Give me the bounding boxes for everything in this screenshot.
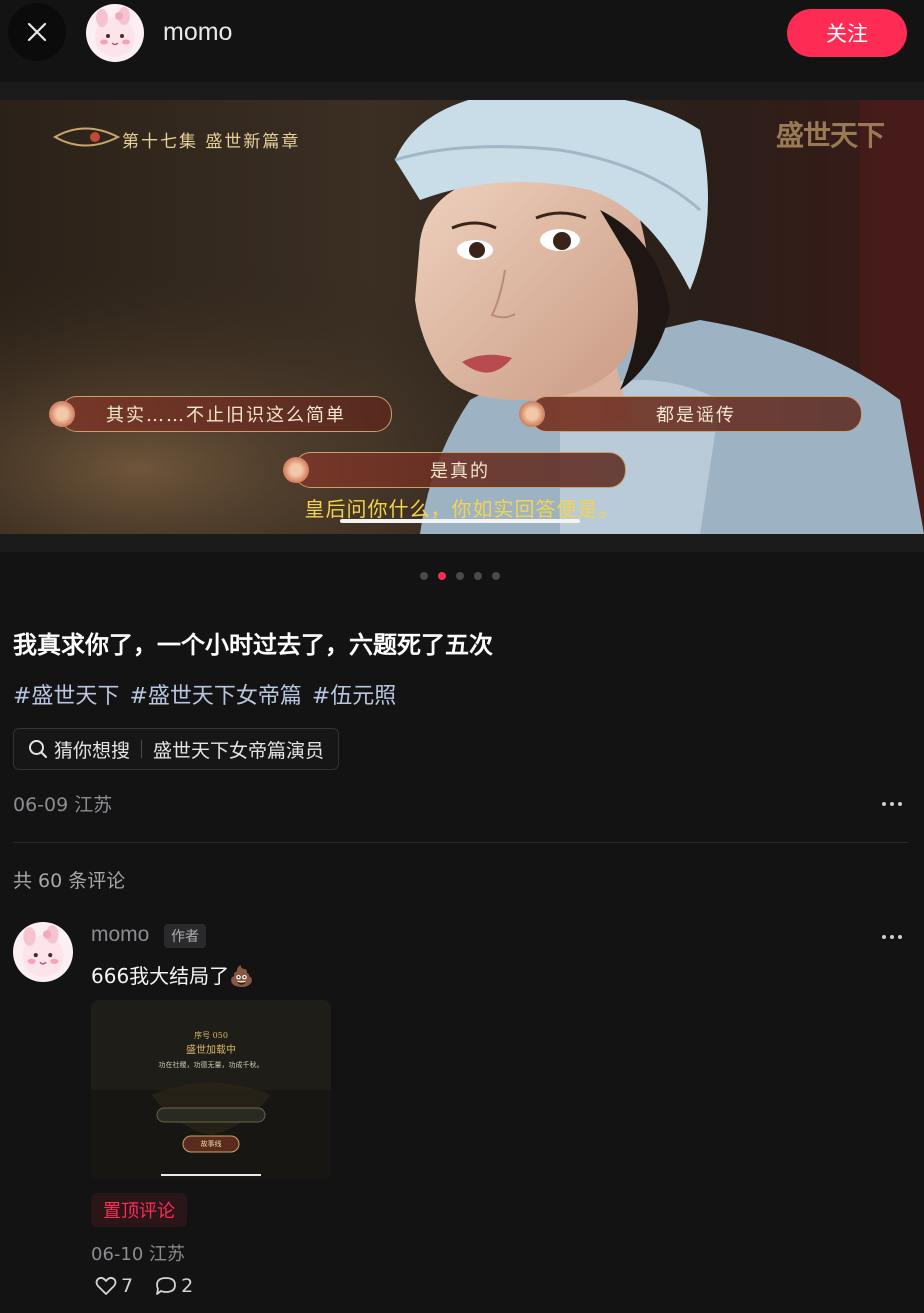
comment-text: 666我大结局了💩 bbox=[91, 960, 254, 989]
section-divider bbox=[13, 842, 908, 843]
choice-label: 其实……不止旧识这么简单 bbox=[106, 405, 346, 426]
more-icon-dot bbox=[890, 935, 894, 939]
heart-icon bbox=[95, 1276, 117, 1295]
choice-label: 都是谣传 bbox=[656, 405, 736, 426]
video-subtitle: 皇后问你什么，你如实回答便是。 bbox=[304, 497, 620, 521]
poop-emoji-icon: 💩 bbox=[229, 964, 255, 988]
top-bar: momo 关注 bbox=[0, 0, 924, 82]
comment-icon bbox=[156, 1277, 176, 1295]
image-caption-number: 序号 050 bbox=[194, 1031, 228, 1040]
carousel-dot[interactable] bbox=[474, 572, 482, 580]
post-title: 我真求你了，一个小时过去了，六题死了五次 bbox=[13, 631, 493, 659]
like-count: 7 bbox=[121, 1275, 134, 1297]
author-username[interactable]: momo bbox=[163, 18, 232, 47]
image-caption-title: 盛世加载中 bbox=[186, 1045, 236, 1056]
image-caption-motto: 功在社稷，功德无量，功成千秋。 bbox=[158, 1061, 264, 1069]
avatar-image bbox=[22, 925, 64, 977]
carousel-dot[interactable] bbox=[492, 572, 500, 580]
flower-icon bbox=[283, 457, 309, 483]
suggested-search-chip[interactable]: 猜你想搜 盛世天下女帝篇演员 bbox=[13, 728, 340, 770]
video-frame[interactable]: 第十七集 盛世新篇章 盛世天下 其实……不止旧识这么简单 都是谣传 是真的 皇后… bbox=[0, 100, 924, 534]
choice-option-1[interactable]: 其实……不止旧识这么简单 bbox=[49, 396, 392, 432]
like-button[interactable]: 7 bbox=[95, 1275, 133, 1297]
carousel-dot[interactable] bbox=[420, 572, 428, 580]
chip-divider bbox=[141, 740, 143, 758]
close-button[interactable] bbox=[8, 3, 66, 61]
more-icon-dot bbox=[890, 802, 894, 806]
choice-option-3[interactable]: 是真的 bbox=[283, 452, 626, 488]
close-icon bbox=[27, 22, 47, 42]
comment-count: 共 60 条评论 bbox=[13, 870, 126, 892]
flower-icon bbox=[49, 401, 75, 427]
search-term: 盛世天下女帝篇演员 bbox=[153, 739, 325, 762]
hashtag-link[interactable]: #伍元照 bbox=[312, 678, 396, 710]
reply-button[interactable]: 2 bbox=[155, 1275, 193, 1297]
comment-actions: 7 2 bbox=[95, 1275, 193, 1297]
search-prefix: 猜你想搜 bbox=[54, 739, 131, 762]
pinned-comment-badge: 置顶评论 bbox=[91, 1193, 187, 1227]
comment-avatar[interactable] bbox=[13, 922, 73, 982]
carousel-dot-active[interactable] bbox=[438, 572, 446, 580]
carousel-dot[interactable] bbox=[456, 572, 464, 580]
comment-image[interactable]: 序号 050 盛世加载中 功在社稷，功德无量，功成千秋。 故事线 bbox=[91, 1000, 331, 1180]
hashtag-link[interactable]: #盛世天下 bbox=[13, 678, 119, 710]
reply-count: 2 bbox=[181, 1275, 194, 1297]
more-icon-dot bbox=[898, 802, 902, 806]
media-carousel[interactable]: 第十七集 盛世新篇章 盛世天下 其实……不止旧识这么简单 都是谣传 是真的 皇后… bbox=[0, 82, 924, 552]
author-badge: 作者 bbox=[164, 924, 206, 948]
carousel-indicator bbox=[420, 572, 500, 580]
search-icon bbox=[29, 740, 47, 758]
hashtag-list: #盛世天下 #盛世天下女帝篇 #伍元照 bbox=[13, 678, 396, 710]
choice-label: 是真的 bbox=[430, 461, 490, 482]
video-progress-bar[interactable] bbox=[340, 519, 580, 523]
author-avatar[interactable] bbox=[86, 4, 144, 62]
follow-button[interactable]: 关注 bbox=[787, 9, 907, 57]
flower-icon bbox=[519, 401, 545, 427]
post-date-location: 06-09 江苏 bbox=[13, 794, 113, 816]
comment-body: 666我大结局了 bbox=[91, 964, 230, 988]
post-more-button[interactable] bbox=[877, 794, 907, 814]
choice-option-2[interactable]: 都是谣传 bbox=[519, 396, 862, 432]
comment-author[interactable]: momo bbox=[91, 923, 149, 947]
comment-date-location: 06-10 江苏 bbox=[91, 1244, 186, 1265]
drama-logo: 盛世天下 bbox=[776, 119, 885, 152]
hashtag-link[interactable]: #盛世天下女帝篇 bbox=[129, 678, 301, 710]
more-icon bbox=[882, 802, 886, 806]
more-icon bbox=[882, 935, 886, 939]
comment-image-scene bbox=[91, 1000, 331, 1180]
episode-title: 第十七集 盛世新篇章 bbox=[122, 132, 301, 152]
image-caption-button: 故事线 bbox=[200, 1140, 222, 1148]
comment-more-button[interactable] bbox=[877, 927, 907, 947]
more-icon-dot bbox=[898, 935, 902, 939]
avatar-image bbox=[95, 7, 135, 57]
